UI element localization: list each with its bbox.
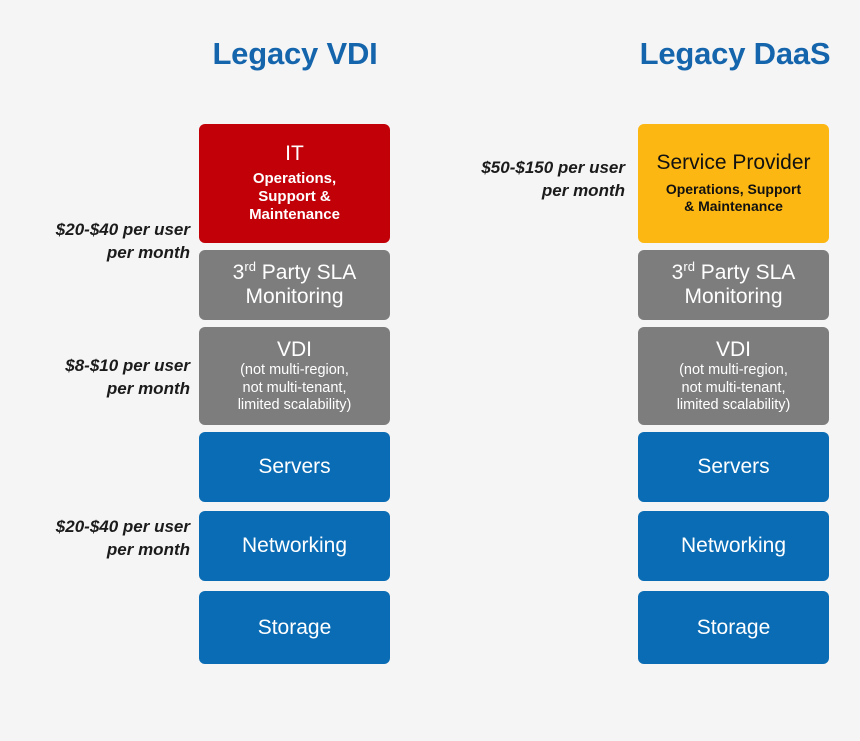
box-networking-title: Networking (680, 534, 787, 558)
diagram-canvas: Legacy VDI Legacy DaaS IT Operations, Su… (0, 0, 860, 741)
price-label-service-provider-layer-line-1: $50-$150 per user (481, 158, 625, 177)
box-it-subtitle-line-2: Support & (258, 188, 331, 206)
box-storage-title: Storage (257, 615, 332, 639)
box-third-party-sla: 3rd Party SLA Monitoring (638, 250, 829, 320)
box-vdi-title: VDI (276, 337, 312, 361)
box-third-party-sla-title-line-2: Monitoring (684, 285, 783, 308)
price-label-vdi-layer-line-2: per month (106, 378, 190, 398)
box-vdi-subtitle: (not multi-region, not multi-tenant, lim… (677, 362, 791, 414)
box-vdi-subtitle-line-1: (not multi-region, (240, 362, 349, 379)
box-service-provider-subtitle-line-2: & Maintenance (684, 198, 783, 215)
box-networking: Networking (199, 511, 390, 581)
box-it-subtitle-line-1: Operations, (252, 169, 337, 187)
sla-ordinal-suffix: rd (244, 259, 256, 275)
price-label-infrastructure-layer-line-1: $20-$40 per user (55, 517, 190, 536)
box-service-provider-subtitle-line-1: Operations, Support (665, 180, 802, 197)
box-it-subtitle: Operations, Support & Maintenance (249, 170, 340, 225)
box-vdi: VDI (not multi-region, not multi-tenant,… (638, 327, 829, 425)
box-vdi-subtitle-line-2: not multi-tenant, (681, 379, 786, 396)
sla-title-rest: Party SLA (255, 261, 357, 285)
column-heading-legacy-daas: Legacy DaaS (639, 36, 831, 71)
sla-ordinal-number: 3 (232, 261, 245, 285)
box-servers-title: Servers (258, 455, 331, 479)
box-service-provider-subtitle: Operations, Support & Maintenance (666, 181, 801, 216)
column-heading-legacy-vdi: Legacy VDI (212, 36, 378, 71)
box-vdi-subtitle-line-1: (not multi-region, (679, 362, 788, 379)
box-servers: Servers (638, 432, 829, 502)
box-vdi-subtitle-line-3: limited scalability) (676, 396, 791, 413)
price-label-service-provider-layer: $50-$150 per user per month (435, 157, 625, 203)
price-label-it-layer-line-2: per month (106, 242, 190, 262)
box-storage-title: Storage (696, 615, 771, 639)
sla-ordinal-number: 3 (671, 261, 684, 285)
box-third-party-sla: 3rd Party SLA Monitoring (199, 250, 390, 320)
box-vdi-subtitle: (not multi-region, not multi-tenant, lim… (238, 362, 352, 414)
box-third-party-sla-title: 3rd Party SLA (671, 259, 796, 285)
price-label-vdi-layer: $8-$10 per user per month (10, 355, 190, 401)
box-networking: Networking (638, 511, 829, 581)
sla-ordinal-suffix: rd (683, 259, 695, 275)
box-it: IT Operations, Support & Maintenance (199, 124, 390, 243)
box-storage: Storage (199, 591, 390, 664)
box-vdi: VDI (not multi-region, not multi-tenant,… (199, 327, 390, 425)
price-label-infrastructure-layer-line-2: per month (106, 539, 190, 559)
box-it-title: IT (285, 142, 304, 166)
box-vdi-title: VDI (715, 337, 751, 361)
box-third-party-sla-title-line-2: Monitoring (245, 285, 344, 308)
price-label-infrastructure-layer: $20-$40 per user per month (10, 516, 190, 562)
sla-title-rest: Party SLA (694, 261, 796, 285)
box-vdi-subtitle-line-3: limited scalability) (237, 396, 352, 413)
price-label-vdi-layer-line-1: $8-$10 per user (65, 356, 190, 375)
box-service-provider: Service Provider Operations, Support & M… (638, 124, 829, 243)
box-vdi-subtitle-line-2: not multi-tenant, (242, 379, 347, 396)
box-service-provider-title: Service Provider (656, 151, 811, 175)
box-it-subtitle-line-3: Maintenance (249, 206, 340, 224)
box-servers: Servers (199, 432, 390, 502)
price-label-it-layer: $20-$40 per user per month (10, 219, 190, 265)
box-networking-title: Networking (241, 534, 348, 558)
box-servers-title: Servers (697, 455, 770, 479)
box-storage: Storage (638, 591, 829, 664)
box-third-party-sla-title: 3rd Party SLA (232, 259, 357, 285)
price-label-service-provider-layer-line-2: per month (541, 180, 625, 200)
price-label-it-layer-line-1: $20-$40 per user (55, 220, 190, 239)
